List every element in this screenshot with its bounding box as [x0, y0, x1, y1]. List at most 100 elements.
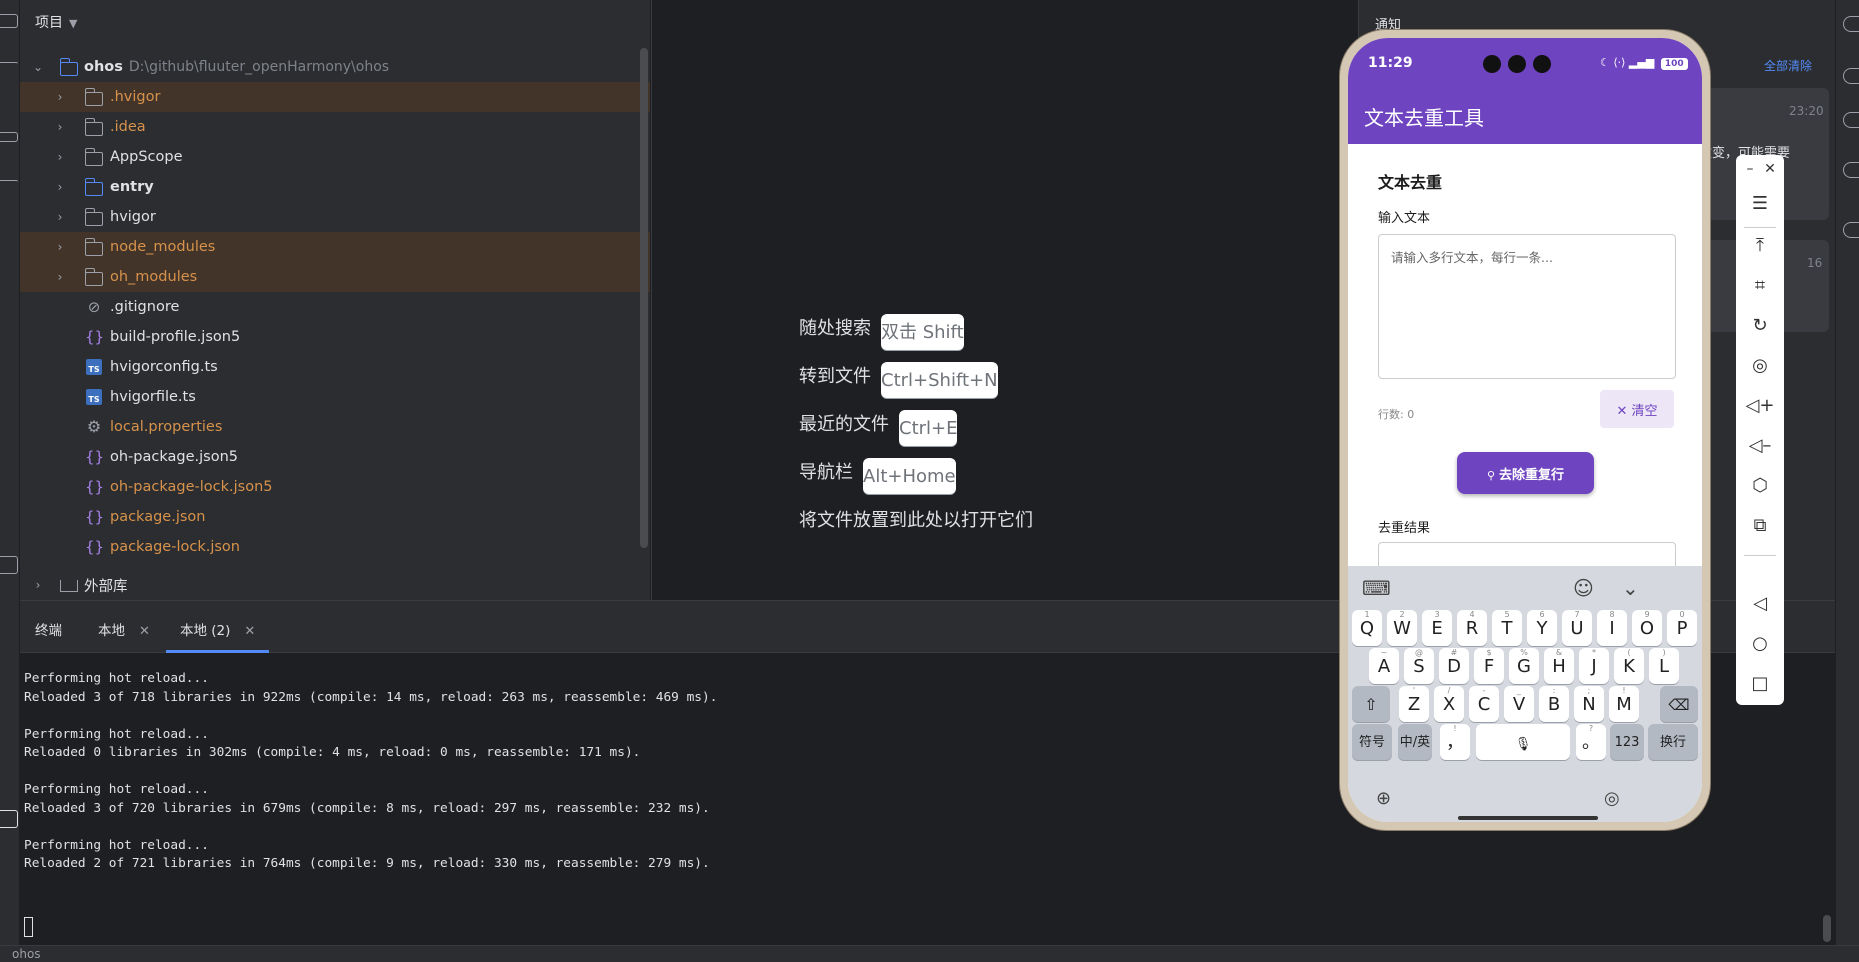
enter-key[interactable]: 换行 [1648, 724, 1698, 760]
key-f[interactable]: $ F [1474, 648, 1504, 684]
assistant-icon[interactable] [1843, 162, 1859, 178]
clear-button[interactable]: ✕ 清空 [1600, 390, 1674, 428]
notifications-tool-icon[interactable] [1843, 16, 1859, 32]
tab-local[interactable]: 本地 ✕ [98, 619, 150, 639]
chevron-right-icon[interactable]: › [54, 150, 66, 164]
shift-key[interactable]: ⇧ [1352, 686, 1390, 722]
tree-item[interactable]: › .hvigor [20, 82, 650, 112]
recents-icon[interactable]: □ [1736, 673, 1784, 694]
key-z[interactable]: ' Z [1399, 686, 1429, 722]
key-b[interactable]: :B [1539, 686, 1569, 722]
tree-external-libs[interactable]: › 外部库 [20, 570, 650, 600]
voice-icon[interactable]: ◎ [1604, 788, 1620, 809]
chevron-down-icon[interactable]: ⌄ [32, 60, 44, 74]
bookmarks-icon[interactable] [0, 556, 18, 574]
key-g[interactable]: % G [1509, 648, 1539, 684]
shake-icon[interactable]: ⬡ [1736, 475, 1784, 496]
backspace-key[interactable]: ⌫ [1660, 686, 1698, 722]
emoji-icon[interactable]: ☺ [1573, 576, 1594, 600]
key-c[interactable]: -C [1469, 686, 1499, 722]
numbers-key[interactable]: 123 [1610, 724, 1644, 760]
pin-top-icon[interactable]: ⤒ [1736, 235, 1784, 256]
project-panel-header[interactable]: 项目 ▼ [35, 12, 77, 32]
text-input[interactable] [1378, 234, 1676, 379]
key-e[interactable]: 3E [1422, 610, 1452, 646]
tree-item[interactable]: {} build-profile.json5 [20, 322, 650, 352]
tree-item[interactable]: › oh_modules [20, 262, 650, 292]
app-inspection-icon[interactable] [1843, 112, 1859, 128]
tree-item[interactable]: ⊘ .gitignore [20, 292, 650, 322]
menu-icon[interactable]: ☰ [1736, 193, 1784, 214]
space-key[interactable]: 🎙 [1476, 724, 1570, 760]
key-d[interactable]: # D [1439, 648, 1469, 684]
terminal-tool-icon[interactable] [0, 810, 18, 828]
period-key[interactable]: ?。 [1576, 724, 1606, 760]
screenshot-icon[interactable]: ⧉ [1736, 515, 1784, 536]
key-o[interactable]: 9O [1632, 610, 1662, 646]
key-a[interactable]: ~ A [1369, 648, 1399, 684]
remove-duplicates-button[interactable]: ⚲ 去除重复行 [1457, 452, 1594, 494]
key-q[interactable]: 1Q [1352, 610, 1382, 646]
key-r[interactable]: 4R [1457, 610, 1487, 646]
tab-local-2[interactable]: 本地 (2) ✕ [180, 619, 255, 639]
key-x[interactable]: / X [1434, 686, 1464, 722]
key-u[interactable]: 7U [1562, 610, 1592, 646]
close-icon[interactable]: ✕ [139, 624, 150, 639]
back-icon[interactable]: ◁ [1736, 593, 1784, 614]
structure-tool-icon[interactable] [0, 132, 18, 142]
key-n[interactable]: ; N [1574, 686, 1604, 722]
tree-item[interactable]: › hvigor [20, 202, 650, 232]
volume-up-icon[interactable]: ◁+ [1736, 395, 1784, 416]
tree-item[interactable]: › entry [20, 172, 650, 202]
chevron-right-icon[interactable]: › [54, 120, 66, 134]
chevron-right-icon[interactable]: › [54, 270, 66, 284]
chevron-down-icon[interactable]: ⌄ [1622, 576, 1639, 600]
clear-all-notifications-link[interactable]: 全部清除 [1764, 57, 1812, 74]
project-scrollbar[interactable] [640, 48, 648, 548]
key-s[interactable]: @ S [1404, 648, 1434, 684]
device-manager-icon[interactable] [1843, 68, 1859, 84]
tree-item[interactable]: {} oh-package.json5 [20, 442, 650, 472]
key-w[interactable]: 2W [1387, 610, 1417, 646]
clipboard-icon[interactable]: ⌨ [1362, 576, 1391, 600]
tree-item[interactable]: {} package.json [20, 502, 650, 532]
project-tool-icon[interactable] [0, 14, 18, 28]
close-icon[interactable]: ✕ [1746, 161, 1794, 177]
chevron-down-icon[interactable]: ▼ [69, 17, 77, 30]
rotate-icon[interactable]: ↻ [1736, 315, 1784, 336]
globe-icon[interactable]: ⊕ [1376, 788, 1391, 809]
status-project-name[interactable]: ohos [12, 947, 41, 961]
home-indicator[interactable] [1458, 816, 1598, 820]
crop-icon[interactable]: ⌗ [1736, 275, 1784, 296]
tree-item[interactable]: ⚙ local.properties [20, 412, 650, 442]
symbols-key[interactable]: 符号 [1352, 724, 1392, 760]
language-key[interactable]: 中/英 [1398, 724, 1432, 760]
chevron-right-icon[interactable]: › [54, 240, 66, 254]
tree-item[interactable]: › AppScope [20, 142, 650, 172]
volume-down-icon[interactable]: ◁– [1736, 435, 1784, 456]
key-t[interactable]: 5T [1492, 610, 1522, 646]
chevron-right-icon[interactable]: › [54, 180, 66, 194]
key-h[interactable]: & H [1544, 648, 1574, 684]
more-tools-icon[interactable] [0, 180, 18, 184]
chevron-right-icon[interactable]: › [54, 210, 66, 224]
previewer-icon[interactable] [1843, 222, 1859, 238]
key-l[interactable]: ) L [1649, 648, 1679, 684]
terminal-scrollbar[interactable] [1823, 915, 1831, 942]
location-icon[interactable]: ◎ [1736, 355, 1784, 376]
home-icon[interactable]: ○ [1736, 633, 1784, 654]
tree-item[interactable]: {} package-lock.json [20, 532, 650, 562]
key-k[interactable]: (K [1614, 648, 1644, 684]
tree-item[interactable]: TS hvigorconfig.ts [20, 352, 650, 382]
close-icon[interactable]: ✕ [244, 624, 255, 639]
key-i[interactable]: 8I [1597, 610, 1627, 646]
tree-item[interactable]: {} oh-package-lock.json5 [20, 472, 650, 502]
tree-item[interactable]: › .idea [20, 112, 650, 142]
key-v[interactable]: _ V [1504, 686, 1534, 722]
key-p[interactable]: 0P [1667, 610, 1697, 646]
key-y[interactable]: 6Y [1527, 610, 1557, 646]
chevron-right-icon[interactable]: › [32, 578, 44, 592]
commit-tool-icon[interactable] [0, 62, 18, 66]
tree-item[interactable]: TS hvigorfile.ts [20, 382, 650, 412]
key-m[interactable]: ! M [1609, 686, 1639, 722]
